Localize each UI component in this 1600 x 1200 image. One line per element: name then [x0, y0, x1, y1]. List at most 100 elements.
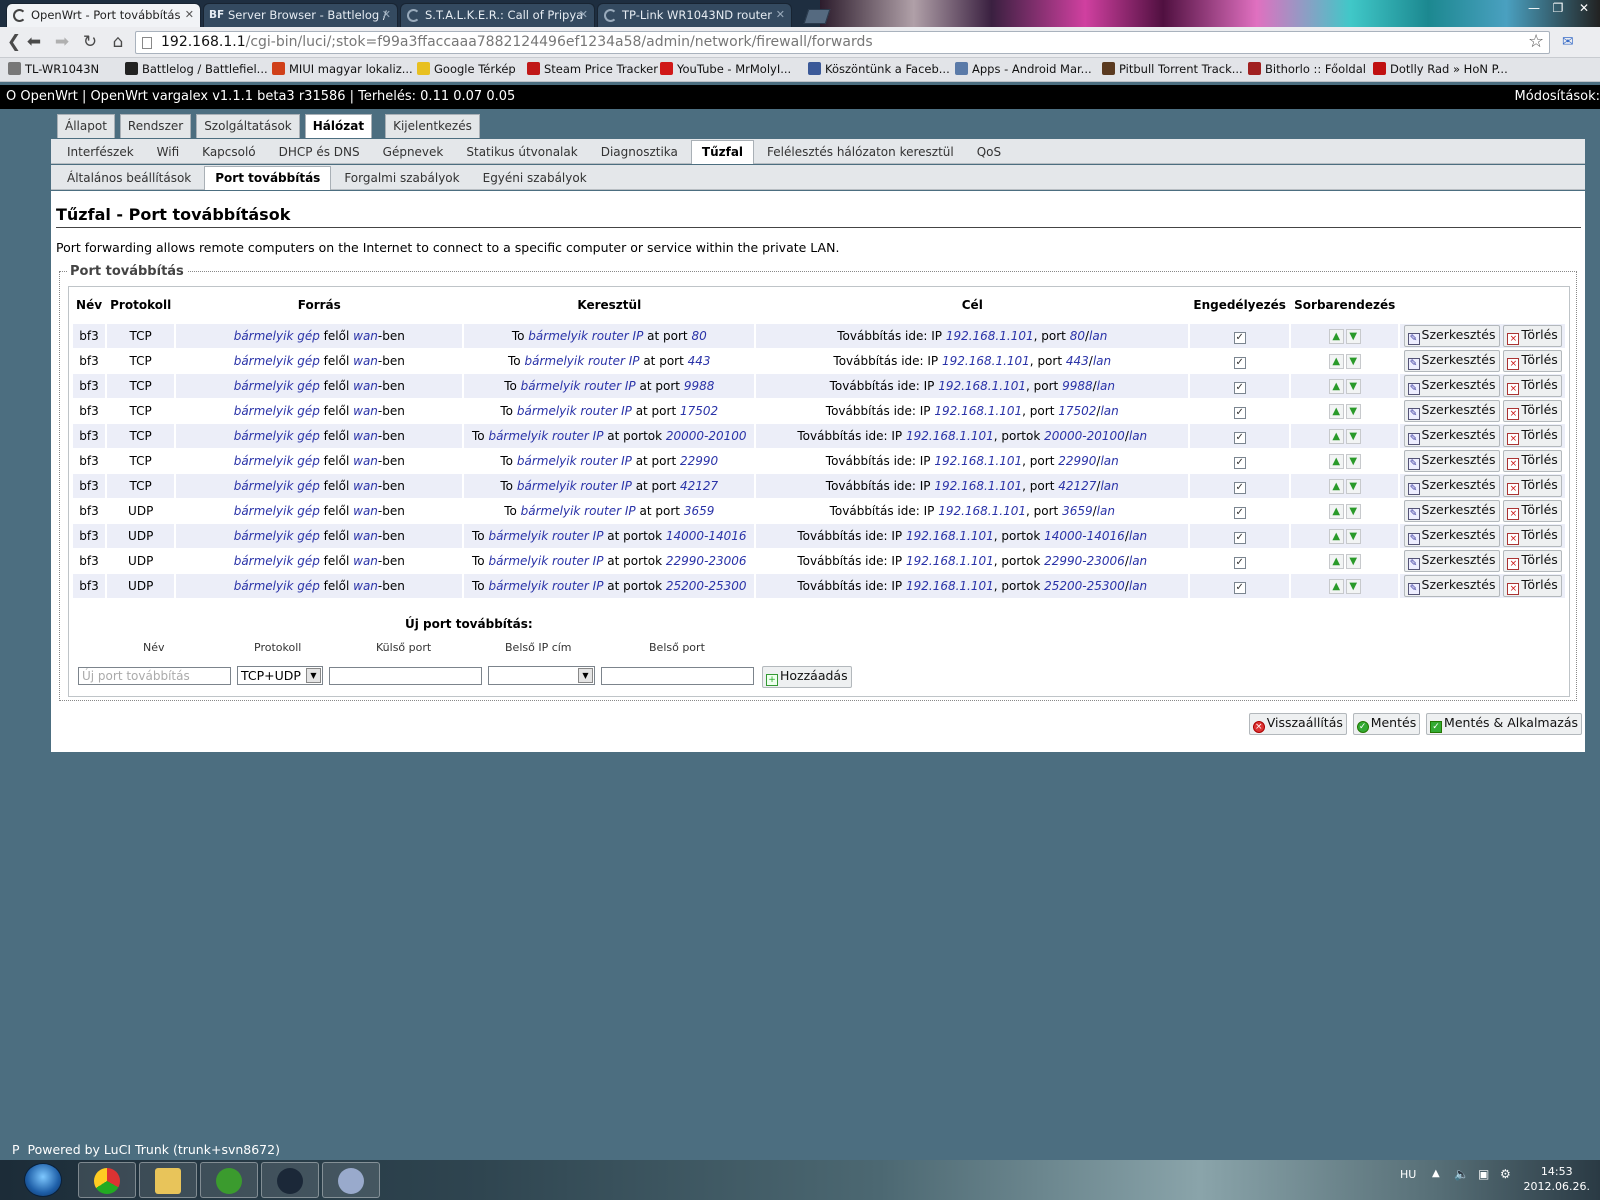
menu-network-item-2[interactable]: Kapcsoló: [192, 141, 266, 165]
taskbar-steam[interactable]: [261, 1162, 319, 1198]
tab-battlelog[interactable]: BF Server Browser - Battlelog / ✕: [203, 3, 398, 27]
enabled-checkbox[interactable]: ✓: [1233, 381, 1246, 394]
bookmark-item[interactable]: Dotlly Rad » HoN P...: [1373, 62, 1508, 76]
move-up-icon[interactable]: ▲: [1328, 529, 1344, 544]
menu-firewall-item-2[interactable]: Forgalmi szabályok: [334, 167, 469, 191]
new-external-port-input[interactable]: [329, 667, 482, 685]
edit-button[interactable]: ✎ Szerkesztés: [1403, 350, 1500, 372]
save-apply-button[interactable]: ✓ Mentés & Alkalmazás: [1426, 713, 1582, 735]
move-up-icon[interactable]: ▲: [1328, 454, 1344, 469]
start-button[interactable]: [24, 1163, 62, 1197]
new-internal-port-input[interactable]: [601, 667, 754, 685]
move-down-icon[interactable]: ▼: [1345, 504, 1361, 519]
address-bar[interactable]: 192.168.1.1/cgi-bin/luci/;stok=f99a3ffac…: [135, 31, 1550, 54]
menu-network-item-7[interactable]: Tűzfal: [690, 140, 755, 164]
menu-top-item-0[interactable]: Állapot: [57, 114, 115, 138]
delete-button[interactable]: × Törlés: [1503, 450, 1562, 472]
move-up-icon[interactable]: ▲: [1328, 579, 1344, 594]
enabled-checkbox[interactable]: ✓: [1233, 406, 1246, 419]
bookmark-star-icon[interactable]: ☆: [1528, 31, 1544, 52]
mail-icon[interactable]: ✉: [1562, 34, 1574, 50]
move-down-icon[interactable]: ▼: [1345, 479, 1361, 494]
menu-firewall-item-0[interactable]: Általános beállítások: [57, 167, 201, 191]
close-icon[interactable]: ✕: [382, 8, 391, 21]
delete-button[interactable]: × Törlés: [1503, 475, 1562, 497]
menu-network-item-6[interactable]: Diagnosztika: [591, 141, 688, 165]
tab-tplink[interactable]: TP-Link WR1043ND router ✕: [597, 3, 792, 27]
menu-top-item-1[interactable]: Rendszer: [119, 114, 192, 138]
changes-link[interactable]: Módosítások:: [1515, 85, 1600, 109]
clock[interactable]: 14:53 2012.06.26.: [1524, 1164, 1590, 1194]
new-name-input[interactable]: Új port továbbítás: [78, 667, 231, 685]
edit-button[interactable]: ✎ Szerkesztés: [1403, 450, 1500, 472]
delete-button[interactable]: × Törlés: [1503, 375, 1562, 397]
edit-button[interactable]: ✎ Szerkesztés: [1403, 575, 1500, 597]
save-button[interactable]: ✓ Mentés: [1352, 713, 1421, 735]
close-window-icon[interactable]: ✕: [1572, 0, 1596, 18]
edit-button[interactable]: ✎ Szerkesztés: [1403, 425, 1500, 447]
home-icon[interactable]: ⌂: [108, 33, 128, 53]
move-down-icon[interactable]: ▼: [1345, 329, 1361, 344]
language-indicator[interactable]: HU: [1400, 1168, 1416, 1181]
menu-network-item-8[interactable]: Felélesztés hálózaton keresztül: [757, 141, 964, 165]
move-up-icon[interactable]: ▲: [1328, 429, 1344, 444]
tab-stalker[interactable]: S.T.A.L.K.E.R.: Call of Pripya ✕: [400, 3, 595, 27]
move-down-icon[interactable]: ▼: [1345, 554, 1361, 569]
close-icon[interactable]: ✕: [579, 8, 588, 21]
update-icon[interactable]: ⚙: [1500, 1167, 1511, 1181]
move-up-icon[interactable]: ▲: [1328, 504, 1344, 519]
move-down-icon[interactable]: ▼: [1345, 379, 1361, 394]
move-down-icon[interactable]: ▼: [1345, 404, 1361, 419]
delete-button[interactable]: × Törlés: [1503, 350, 1562, 372]
move-up-icon[interactable]: ▲: [1328, 329, 1344, 344]
move-up-icon[interactable]: ▲: [1328, 554, 1344, 569]
edit-button[interactable]: ✎ Szerkesztés: [1403, 375, 1500, 397]
enabled-checkbox[interactable]: ✓: [1233, 456, 1246, 469]
bookmark-item[interactable]: Pitbull Torrent Track...: [1102, 62, 1243, 76]
move-up-icon[interactable]: ▲: [1328, 404, 1344, 419]
network-icon[interactable]: ▣: [1478, 1167, 1489, 1181]
move-up-icon[interactable]: ▲: [1328, 479, 1344, 494]
delete-button[interactable]: × Törlés: [1503, 400, 1562, 422]
taskbar-chrome[interactable]: [78, 1162, 136, 1198]
menu-network-item-5[interactable]: Statikus útvonalak: [456, 141, 587, 165]
taskbar-paint[interactable]: [322, 1162, 380, 1198]
edit-button[interactable]: ✎ Szerkesztés: [1403, 525, 1500, 547]
move-down-icon[interactable]: ▼: [1345, 529, 1361, 544]
tray-expand-icon[interactable]: ▲: [1432, 1168, 1440, 1179]
close-icon[interactable]: ✕: [776, 8, 785, 21]
reset-button[interactable]: × Visszaállítás: [1248, 713, 1347, 735]
edit-button[interactable]: ✎ Szerkesztés: [1403, 550, 1500, 572]
restore-icon[interactable]: ❐: [1546, 0, 1570, 18]
edit-button[interactable]: ✎ Szerkesztés: [1403, 400, 1500, 422]
reload-icon[interactable]: ↻: [80, 33, 100, 53]
bookmark-item[interactable]: MIUI magyar lokaliz...: [272, 62, 413, 76]
volume-icon[interactable]: 🔈: [1454, 1167, 1469, 1181]
delete-button[interactable]: × Törlés: [1503, 325, 1562, 347]
bookmark-item[interactable]: TL-WR1043N: [8, 62, 99, 76]
enabled-checkbox[interactable]: ✓: [1233, 556, 1246, 569]
enabled-checkbox[interactable]: ✓: [1233, 506, 1246, 519]
move-up-icon[interactable]: ▲: [1328, 379, 1344, 394]
menu-firewall-item-1[interactable]: Port továbbítás: [204, 166, 332, 190]
menu-network-item-1[interactable]: Wifi: [147, 141, 190, 165]
enabled-checkbox[interactable]: ✓: [1233, 431, 1246, 444]
menu-network-item-0[interactable]: Interfészek: [57, 141, 144, 165]
new-internal-ip-select[interactable]: ▼: [488, 666, 595, 685]
menu-firewall-item-3[interactable]: Egyéni szabályok: [473, 167, 597, 191]
bookmark-item[interactable]: Bithorlo :: Főoldal: [1248, 62, 1366, 76]
bookmark-item[interactable]: Apps - Android Mar...: [955, 62, 1092, 76]
delete-button[interactable]: × Törlés: [1503, 425, 1562, 447]
menu-top-item-2[interactable]: Szolgáltatások: [196, 114, 300, 138]
close-icon[interactable]: ✕: [185, 8, 194, 21]
enabled-checkbox[interactable]: ✓: [1233, 356, 1246, 369]
move-down-icon[interactable]: ▼: [1345, 454, 1361, 469]
edit-button[interactable]: ✎ Szerkesztés: [1403, 325, 1500, 347]
taskbar-explorer[interactable]: [139, 1162, 197, 1198]
add-button[interactable]: + Hozzáadás: [762, 666, 852, 688]
bookmark-item[interactable]: Google Térkép: [417, 62, 516, 76]
new-protocol-select[interactable]: TCP+UDP ▼: [237, 666, 323, 685]
enabled-checkbox[interactable]: ✓: [1233, 331, 1246, 344]
bookmark-item[interactable]: YouTube - MrMolyI...: [660, 62, 791, 76]
menu-top-item-4[interactable]: Kijelentkezés: [385, 114, 480, 138]
